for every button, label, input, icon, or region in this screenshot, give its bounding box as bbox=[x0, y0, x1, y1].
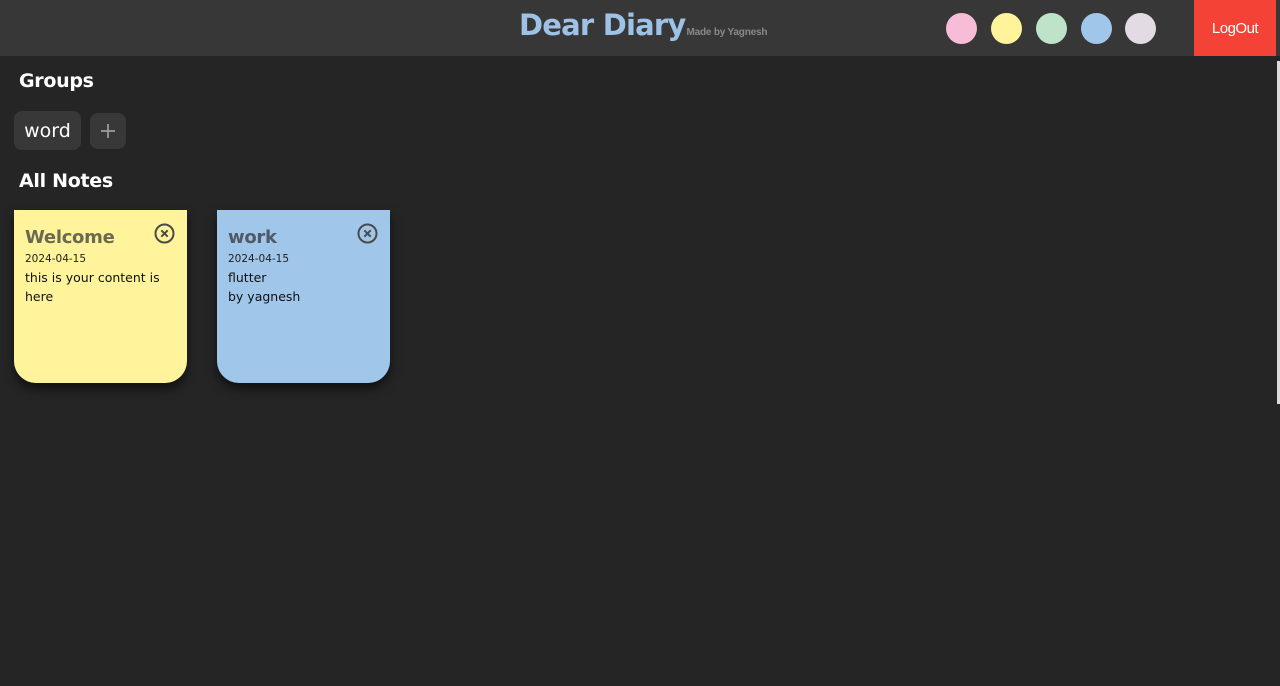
logout-button[interactable]: LogOut bbox=[1194, 0, 1276, 56]
note-date: 2024-04-15 bbox=[25, 253, 87, 265]
color-swatch-blue[interactable] bbox=[1081, 13, 1112, 44]
note-content: this is your content is here bbox=[25, 268, 175, 306]
add-group-button[interactable] bbox=[90, 113, 126, 149]
groups-heading: Groups bbox=[19, 70, 94, 92]
note-content: flutter by yagnesh bbox=[228, 268, 378, 306]
group-chip-word[interactable]: word bbox=[14, 111, 81, 150]
color-swatch-lavender[interactable] bbox=[1125, 13, 1156, 44]
note-content-line: here bbox=[25, 289, 54, 304]
color-swatch-pink[interactable] bbox=[946, 13, 977, 44]
close-circle-icon[interactable] bbox=[153, 222, 176, 245]
all-notes-heading: All Notes bbox=[19, 170, 113, 192]
note-title: work bbox=[228, 227, 277, 248]
note-date: 2024-04-15 bbox=[228, 253, 290, 265]
note-title: Welcome bbox=[25, 227, 115, 248]
note-card-welcome[interactable]: Welcome 2024-04-15 this is your content … bbox=[14, 210, 187, 383]
note-content-line: this is your content is bbox=[25, 270, 160, 285]
app-header: Dear Diary Made by Yagnesh LogOut bbox=[0, 0, 1280, 56]
app-title: Dear Diary bbox=[519, 8, 686, 42]
note-content-line: by yagnesh bbox=[228, 289, 301, 304]
brand: Dear Diary Made by Yagnesh bbox=[519, 8, 767, 42]
note-card-work[interactable]: work 2024-04-15 flutter by yagnesh bbox=[217, 210, 390, 383]
close-circle-icon[interactable] bbox=[356, 222, 379, 245]
color-swatch-yellow[interactable] bbox=[991, 13, 1022, 44]
color-swatch-green[interactable] bbox=[1036, 13, 1067, 44]
note-content-line: flutter bbox=[228, 270, 267, 285]
plus-icon bbox=[101, 124, 115, 138]
app-subtitle: Made by Yagnesh bbox=[686, 27, 768, 38]
